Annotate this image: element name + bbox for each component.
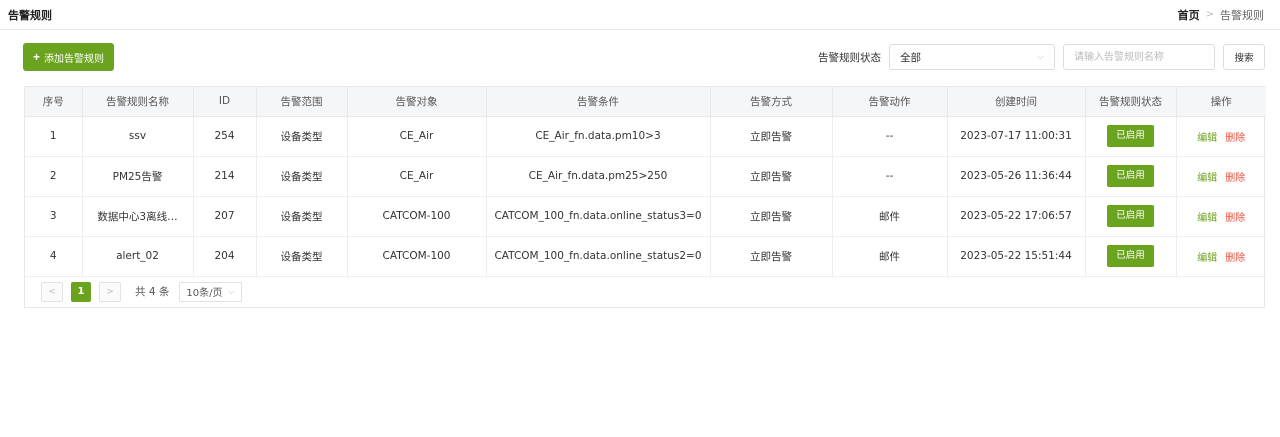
rule-name: alert_02 xyxy=(82,236,194,277)
row-index: 2 xyxy=(25,156,83,197)
page-size-value: 10条/页 xyxy=(186,288,223,299)
delete-link[interactable]: 删除 xyxy=(1225,253,1245,264)
chevron-down-icon: ⌵ xyxy=(1037,52,1044,62)
column-header: 告警规则名称 xyxy=(82,87,194,117)
row-index: 4 xyxy=(25,236,83,277)
rule-action: 邮件 xyxy=(832,236,948,277)
column-header: 告警规则状态 xyxy=(1085,87,1177,117)
status-filter-label: 告警规则状态 xyxy=(818,51,881,64)
row-operations: 编辑 删除 xyxy=(1176,236,1266,277)
alert-rules-page: 告警规则 首页 > 告警规则 + 添加告警规则 告警规则状态 全部 ⌵ 搜索 xyxy=(0,0,1280,437)
column-header: 操作 xyxy=(1176,87,1266,117)
add-alert-rule-label: 添加告警规则 xyxy=(44,53,105,65)
status-badge[interactable]: 已启用 xyxy=(1107,245,1154,267)
rule-method: 立即告警 xyxy=(710,156,833,197)
table-row: 4 alert_02 204 设备类型 CATCOM-100 CATCOM_10… xyxy=(25,236,1266,277)
row-operations: 编辑 删除 xyxy=(1176,116,1266,157)
page-header: 告警规则 首页 > 告警规则 xyxy=(0,0,1280,30)
toolbar: + 添加告警规则 告警规则状态 全部 ⌵ 搜索 xyxy=(23,43,1265,71)
rule-id: 254 xyxy=(193,116,257,157)
page-size-select[interactable]: 10条/页 ⌵ xyxy=(179,281,242,302)
rule-created-time: 2023-05-26 11:36:44 xyxy=(947,156,1086,197)
rule-name: 数据中心3离线… xyxy=(82,196,194,237)
edit-link[interactable]: 编辑 xyxy=(1197,133,1217,144)
rule-id: 204 xyxy=(193,236,257,277)
rule-condition: CE_Air_fn.data.pm25>250 xyxy=(486,156,711,197)
status-select[interactable]: 全部 ⌵ xyxy=(889,44,1055,70)
rule-scope: 设备类型 xyxy=(256,116,348,157)
row-operations: 编辑 删除 xyxy=(1176,156,1266,197)
rule-action: 邮件 xyxy=(832,196,948,237)
row-index: 1 xyxy=(25,116,83,157)
column-header: 告警对象 xyxy=(347,87,487,117)
rule-method: 立即告警 xyxy=(710,116,833,157)
rule-scope: 设备类型 xyxy=(256,156,348,197)
table-header-row: 序号 告警规则名称 ID 告警范围 告警对象 告警条件 告警方式 告警动作 创建… xyxy=(25,87,1266,117)
rule-target: CE_Air xyxy=(347,116,487,157)
rule-condition: CE_Air_fn.data.pm10>3 xyxy=(486,116,711,157)
column-header: 告警范围 xyxy=(256,87,348,117)
column-header: ID xyxy=(193,87,257,117)
row-operations: 编辑 删除 xyxy=(1176,196,1266,237)
rule-scope: 设备类型 xyxy=(256,196,348,237)
plus-icon: + xyxy=(33,50,41,64)
rule-name: PM25告警 xyxy=(82,156,194,197)
column-header: 告警方式 xyxy=(710,87,833,117)
rule-method: 立即告警 xyxy=(710,196,833,237)
rule-created-time: 2023-05-22 17:06:57 xyxy=(947,196,1086,237)
column-header: 告警动作 xyxy=(832,87,948,117)
rule-action: -- xyxy=(832,156,948,197)
edit-link[interactable]: 编辑 xyxy=(1197,173,1217,184)
next-page-icon[interactable]: > xyxy=(99,281,121,302)
rule-target: CATCOM-100 xyxy=(347,196,487,237)
rule-created-time: 2023-07-17 11:00:31 xyxy=(947,116,1086,157)
breadcrumb-current: 告警规则 xyxy=(1220,8,1264,22)
rule-condition: CATCOM_100_fn.data.online_status2=0 xyxy=(486,236,711,277)
search-input[interactable] xyxy=(1063,44,1215,70)
status-badge[interactable]: 已启用 xyxy=(1107,125,1154,147)
rule-action: -- xyxy=(832,116,948,157)
edit-link[interactable]: 编辑 xyxy=(1197,253,1217,264)
search-button[interactable]: 搜索 xyxy=(1223,44,1265,70)
row-index: 3 xyxy=(25,196,83,237)
add-alert-rule-button[interactable]: + 添加告警规则 xyxy=(23,43,115,71)
rule-target: CATCOM-100 xyxy=(347,236,487,277)
status-badge[interactable]: 已启用 xyxy=(1107,205,1154,227)
page-title: 告警规则 xyxy=(8,8,52,22)
delete-link[interactable]: 删除 xyxy=(1225,213,1245,224)
status-select-value: 全部 xyxy=(900,51,921,64)
rule-condition: CATCOM_100_fn.data.online_status3=0 xyxy=(486,196,711,237)
total-count: 共 4 条 xyxy=(135,286,170,298)
breadcrumb: 首页 > 告警规则 xyxy=(1178,7,1264,23)
column-header: 创建时间 xyxy=(947,87,1086,117)
rule-name: ssv xyxy=(82,116,194,157)
column-header: 告警条件 xyxy=(486,87,711,117)
rule-created-time: 2023-05-22 15:51:44 xyxy=(947,236,1086,277)
delete-link[interactable]: 删除 xyxy=(1225,133,1245,144)
rule-status-cell: 已启用 xyxy=(1085,156,1177,197)
rule-status-cell: 已启用 xyxy=(1085,196,1177,237)
chevron-down-icon: ⌵ xyxy=(228,286,235,296)
rule-id: 207 xyxy=(193,196,257,237)
rule-scope: 设备类型 xyxy=(256,236,348,277)
breadcrumb-separator-icon: > xyxy=(1205,9,1214,20)
rule-status-cell: 已启用 xyxy=(1085,116,1177,157)
rule-id: 214 xyxy=(193,156,257,197)
filter-bar: 告警规则状态 全部 ⌵ 搜索 xyxy=(818,44,1265,70)
rule-status-cell: 已启用 xyxy=(1085,236,1177,277)
breadcrumb-home[interactable]: 首页 xyxy=(1178,7,1200,23)
page-number-current[interactable]: 1 xyxy=(71,281,91,302)
status-badge[interactable]: 已启用 xyxy=(1107,165,1154,187)
alert-rules-table: 序号 告警规则名称 ID 告警范围 告警对象 告警条件 告警方式 告警动作 创建… xyxy=(24,86,1266,308)
pagination: < 1 > 共 4 条 10条/页 ⌵ xyxy=(25,277,1264,307)
table-row: 3 数据中心3离线… 207 设备类型 CATCOM-100 CATCOM_10… xyxy=(25,196,1266,237)
table-row: 2 PM25告警 214 设备类型 CE_Air CE_Air_fn.data.… xyxy=(25,156,1266,197)
rule-method: 立即告警 xyxy=(710,236,833,277)
table-row: 1 ssv 254 设备类型 CE_Air CE_Air_fn.data.pm1… xyxy=(25,116,1266,157)
prev-page-icon[interactable]: < xyxy=(41,281,63,302)
column-header: 序号 xyxy=(25,87,83,117)
rule-target: CE_Air xyxy=(347,156,487,197)
delete-link[interactable]: 删除 xyxy=(1225,173,1245,184)
edit-link[interactable]: 编辑 xyxy=(1197,213,1217,224)
